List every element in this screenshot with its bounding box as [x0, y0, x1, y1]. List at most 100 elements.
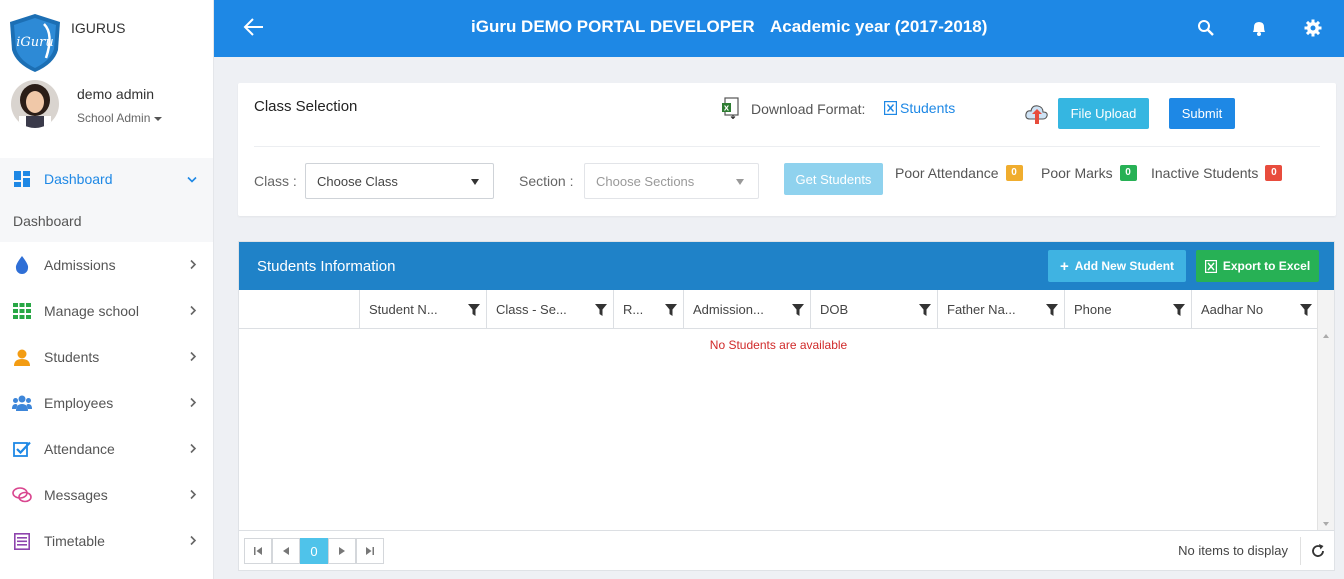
svg-text:X: X: [724, 105, 730, 113]
count-badge: 0: [1119, 165, 1137, 181]
sidebar-item-attendance[interactable]: Attendance: [0, 426, 213, 472]
empty-message: No Students are available: [709, 338, 848, 352]
first-page-button[interactable]: [244, 538, 272, 564]
back-arrow-icon[interactable]: [242, 15, 266, 39]
chevron-down-icon: [187, 172, 197, 187]
filter-icon[interactable]: [468, 304, 480, 316]
drop-icon: [12, 255, 32, 275]
filter-icon[interactable]: [665, 304, 677, 316]
brand-name: IGURUS: [71, 20, 126, 36]
academic-year[interactable]: Academic year (2017-2018): [770, 17, 987, 37]
current-page-button[interactable]: 0: [300, 538, 328, 564]
filter-icon[interactable]: [919, 304, 931, 316]
export-to-excel-button[interactable]: Export to Excel: [1196, 250, 1319, 282]
excel-download-icon: X: [722, 97, 740, 120]
sidebar-nav: Dashboard Dashboard Admissions Manage sc…: [0, 158, 213, 564]
caret-down-icon: [736, 179, 744, 185]
filter-icon[interactable]: [1173, 304, 1185, 316]
section-label: Section :: [519, 173, 574, 189]
sidebar-item-admissions[interactable]: Admissions: [0, 242, 213, 288]
count-badge: 0: [1265, 165, 1283, 181]
column-header-class-section[interactable]: Class - Se...: [486, 290, 613, 329]
sidebar-item-employees[interactable]: Employees: [0, 380, 213, 426]
filter-icon[interactable]: [1046, 304, 1058, 316]
user-role-dropdown[interactable]: School Admin: [77, 111, 163, 125]
class-selection-card: Class Selection X Download Format: Stude…: [238, 83, 1336, 216]
column-header-aadhar[interactable]: Aadhar No: [1191, 290, 1318, 329]
pager-info: No items to display: [1178, 543, 1288, 558]
plus-icon: +: [1059, 257, 1069, 275]
chevron-right-icon: [189, 258, 197, 273]
class-select[interactable]: Choose Class: [305, 163, 494, 199]
section-select[interactable]: Choose Sections: [584, 163, 759, 199]
sidebar-item-students[interactable]: Students: [0, 334, 213, 380]
first-page-icon: [254, 547, 262, 555]
column-header-student-name[interactable]: Student N...: [359, 290, 486, 329]
checkbox-icon: [12, 439, 32, 459]
submit-button[interactable]: Submit: [1169, 98, 1235, 129]
file-upload-button[interactable]: File Upload: [1058, 98, 1149, 129]
students-information-panel: Students Information + Add New Student E…: [238, 241, 1335, 571]
users-icon: [12, 393, 32, 413]
filter-icon[interactable]: [792, 304, 804, 316]
column-header-dob[interactable]: DOB: [810, 290, 937, 329]
column-header-phone[interactable]: Phone: [1064, 290, 1191, 329]
chevron-right-icon: [189, 488, 197, 503]
chat-icon: [12, 485, 32, 505]
download-students-link[interactable]: Students: [884, 100, 955, 116]
chevron-right-icon: [189, 304, 197, 319]
top-header: iGuru DEMO PORTAL DEVELOPER Academic yea…: [214, 0, 1344, 57]
download-format-label: Download Format:: [751, 101, 866, 117]
last-page-button[interactable]: [356, 538, 384, 564]
sidebar-item-timetable[interactable]: Timetable: [0, 518, 213, 564]
excel-file-icon: [1204, 259, 1217, 273]
poor-attendance-stat[interactable]: Poor Attendance 0: [895, 165, 1023, 181]
inactive-students-stat[interactable]: Inactive Students 0: [1151, 165, 1283, 181]
vertical-scrollbar[interactable]: [1317, 290, 1334, 532]
pager: 0 No items to display: [239, 530, 1334, 570]
user-icon: [12, 347, 32, 367]
poor-marks-stat[interactable]: Poor Marks 0: [1041, 165, 1137, 181]
bell-icon[interactable]: [1249, 18, 1269, 38]
refresh-icon: [1311, 544, 1324, 557]
portal-title: iGuru DEMO PORTAL DEVELOPER: [471, 17, 755, 36]
chevron-right-icon: [189, 350, 197, 365]
sidebar-item-messages[interactable]: Messages: [0, 472, 213, 518]
column-header-admission[interactable]: Admission...: [683, 290, 810, 329]
sidebar-item-dashboard[interactable]: Dashboard: [0, 158, 213, 200]
previous-page-button[interactable]: [272, 538, 300, 564]
scroll-down-icon[interactable]: [1323, 522, 1329, 526]
next-page-icon: [339, 547, 345, 555]
grid-body: No Students are available: [239, 329, 1318, 532]
add-new-student-button[interactable]: + Add New Student: [1048, 250, 1186, 282]
scroll-up-icon[interactable]: [1323, 334, 1329, 338]
brand-logo[interactable]: iGuru: [6, 12, 64, 74]
cloud-upload-icon[interactable]: [1025, 103, 1049, 125]
panel-title: Students Information: [257, 258, 396, 275]
filter-icon[interactable]: [1300, 304, 1312, 316]
sidebar-subitem-dashboard[interactable]: Dashboard: [0, 200, 213, 242]
class-label: Class :: [254, 173, 297, 189]
gear-icon[interactable]: [1303, 18, 1323, 38]
list-icon: [12, 531, 32, 551]
caret-down-icon: [154, 116, 163, 121]
search-icon[interactable]: [1196, 18, 1216, 38]
avatar[interactable]: [11, 80, 59, 128]
column-header-roll[interactable]: R...: [613, 290, 683, 329]
caret-down-icon: [471, 179, 479, 185]
last-page-icon: [366, 547, 374, 555]
chevron-right-icon: [189, 396, 197, 411]
divider: [254, 146, 1320, 147]
get-students-button[interactable]: Get Students: [784, 163, 883, 195]
grid-icon: [12, 301, 32, 321]
sidebar-item-manage-school[interactable]: Manage school: [0, 288, 213, 334]
logo-shield-icon: iGuru: [10, 14, 60, 72]
filter-icon[interactable]: [595, 304, 607, 316]
grid-header: Student N... Class - Se... R... Admissio…: [239, 290, 1318, 329]
refresh-button[interactable]: [1300, 537, 1334, 565]
chevron-right-icon: [189, 442, 197, 457]
panel-header: Students Information + Add New Student E…: [239, 242, 1334, 290]
previous-page-icon: [283, 547, 289, 555]
column-header-father-name[interactable]: Father Na...: [937, 290, 1064, 329]
next-page-button[interactable]: [328, 538, 356, 564]
